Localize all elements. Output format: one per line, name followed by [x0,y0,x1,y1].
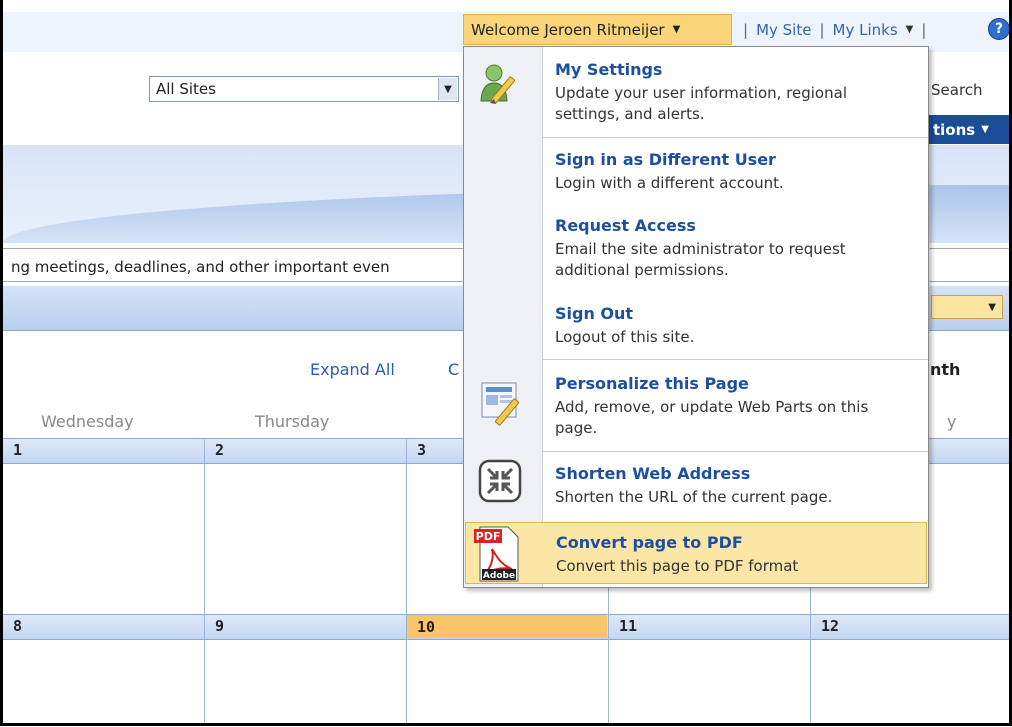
day-header-friday: y [947,412,957,431]
menu-item-shorten-url[interactable]: Shorten Web Address Shorten the URL of t… [464,453,928,517]
my-site-link[interactable]: My Site [756,21,811,39]
svg-text:PDF: PDF [476,530,501,543]
site-actions-button[interactable]: tions ▼ [923,115,1009,144]
browser-frame: Welcome Jeroen Ritmeijer ▼ | My Site | M… [0,0,1012,726]
menu-item-sign-out[interactable]: Sign Out Logout of this site. [464,293,928,353]
search-scope-value: All Sites [156,80,216,98]
menu-item-personalize-page[interactable]: Personalize this Page Add, remove, or up… [464,361,928,447]
top-bar: Welcome Jeroen Ritmeijer ▼ | My Site | M… [3,0,1009,52]
day-cell-number-today[interactable]: 10 [407,615,607,638]
grid-line [608,586,609,723]
day-cell-number[interactable]: 8 [3,614,203,638]
welcome-dropdown-menu: My Settings Update your user information… [463,46,929,588]
top-links: | My Site | My Links ▼ | [743,20,927,39]
day-cell-number[interactable]: 1 [3,438,203,462]
welcome-label: Welcome Jeroen Ritmeijer [471,20,665,39]
day-cell-number[interactable]: 9 [205,614,405,638]
chevron-down-icon: ▼ [981,124,989,135]
month-view-link[interactable]: nth [930,360,960,379]
day-cell-number[interactable]: 12 [811,614,1009,638]
my-links-link[interactable]: My Links [833,21,898,39]
menu-item-convert-pdf[interactable]: PDF Adobe Convert page to PDF Convert th… [465,522,927,584]
menu-item-my-settings[interactable]: My Settings Update your user information… [464,47,928,133]
grid-line [810,586,811,723]
search-scope-select[interactable]: All Sites ▼ [149,76,459,102]
grid-line [204,438,205,723]
expand-all-link[interactable]: Expand All [310,360,395,379]
welcome-menu-button[interactable]: Welcome Jeroen Ritmeijer ▼ [463,14,732,45]
menu-item-sign-in-different[interactable]: Sign in as Different User Login with a d… [464,139,928,197]
day-cell-number[interactable]: 2 [205,438,405,462]
menu-item-request-access[interactable]: Request Access Email the site administra… [464,205,928,285]
help-icon[interactable]: ? [988,18,1009,40]
day-header-thursday: Thursday [255,412,330,431]
chevron-down-icon: ▼ [905,24,914,35]
day-header-wednesday: Wednesday [41,412,134,431]
chevron-down-icon: ▼ [988,301,996,313]
pdf-icon: PDF Adobe [472,525,522,587]
day-cell-number[interactable]: 11 [609,614,809,638]
grid-line [406,438,407,723]
collapse-all-link[interactable]: C [448,360,459,379]
shorten-url-icon [478,459,522,507]
user-settings-icon [478,61,524,113]
search-label[interactable]: Search [931,81,983,99]
view-selector[interactable]: ▼ [931,295,1003,319]
svg-text:Adobe: Adobe [483,571,515,581]
chevron-down-icon: ▼ [672,24,681,35]
personalize-page-icon [478,377,524,431]
dropdown-arrow-icon[interactable]: ▼ [438,78,457,100]
